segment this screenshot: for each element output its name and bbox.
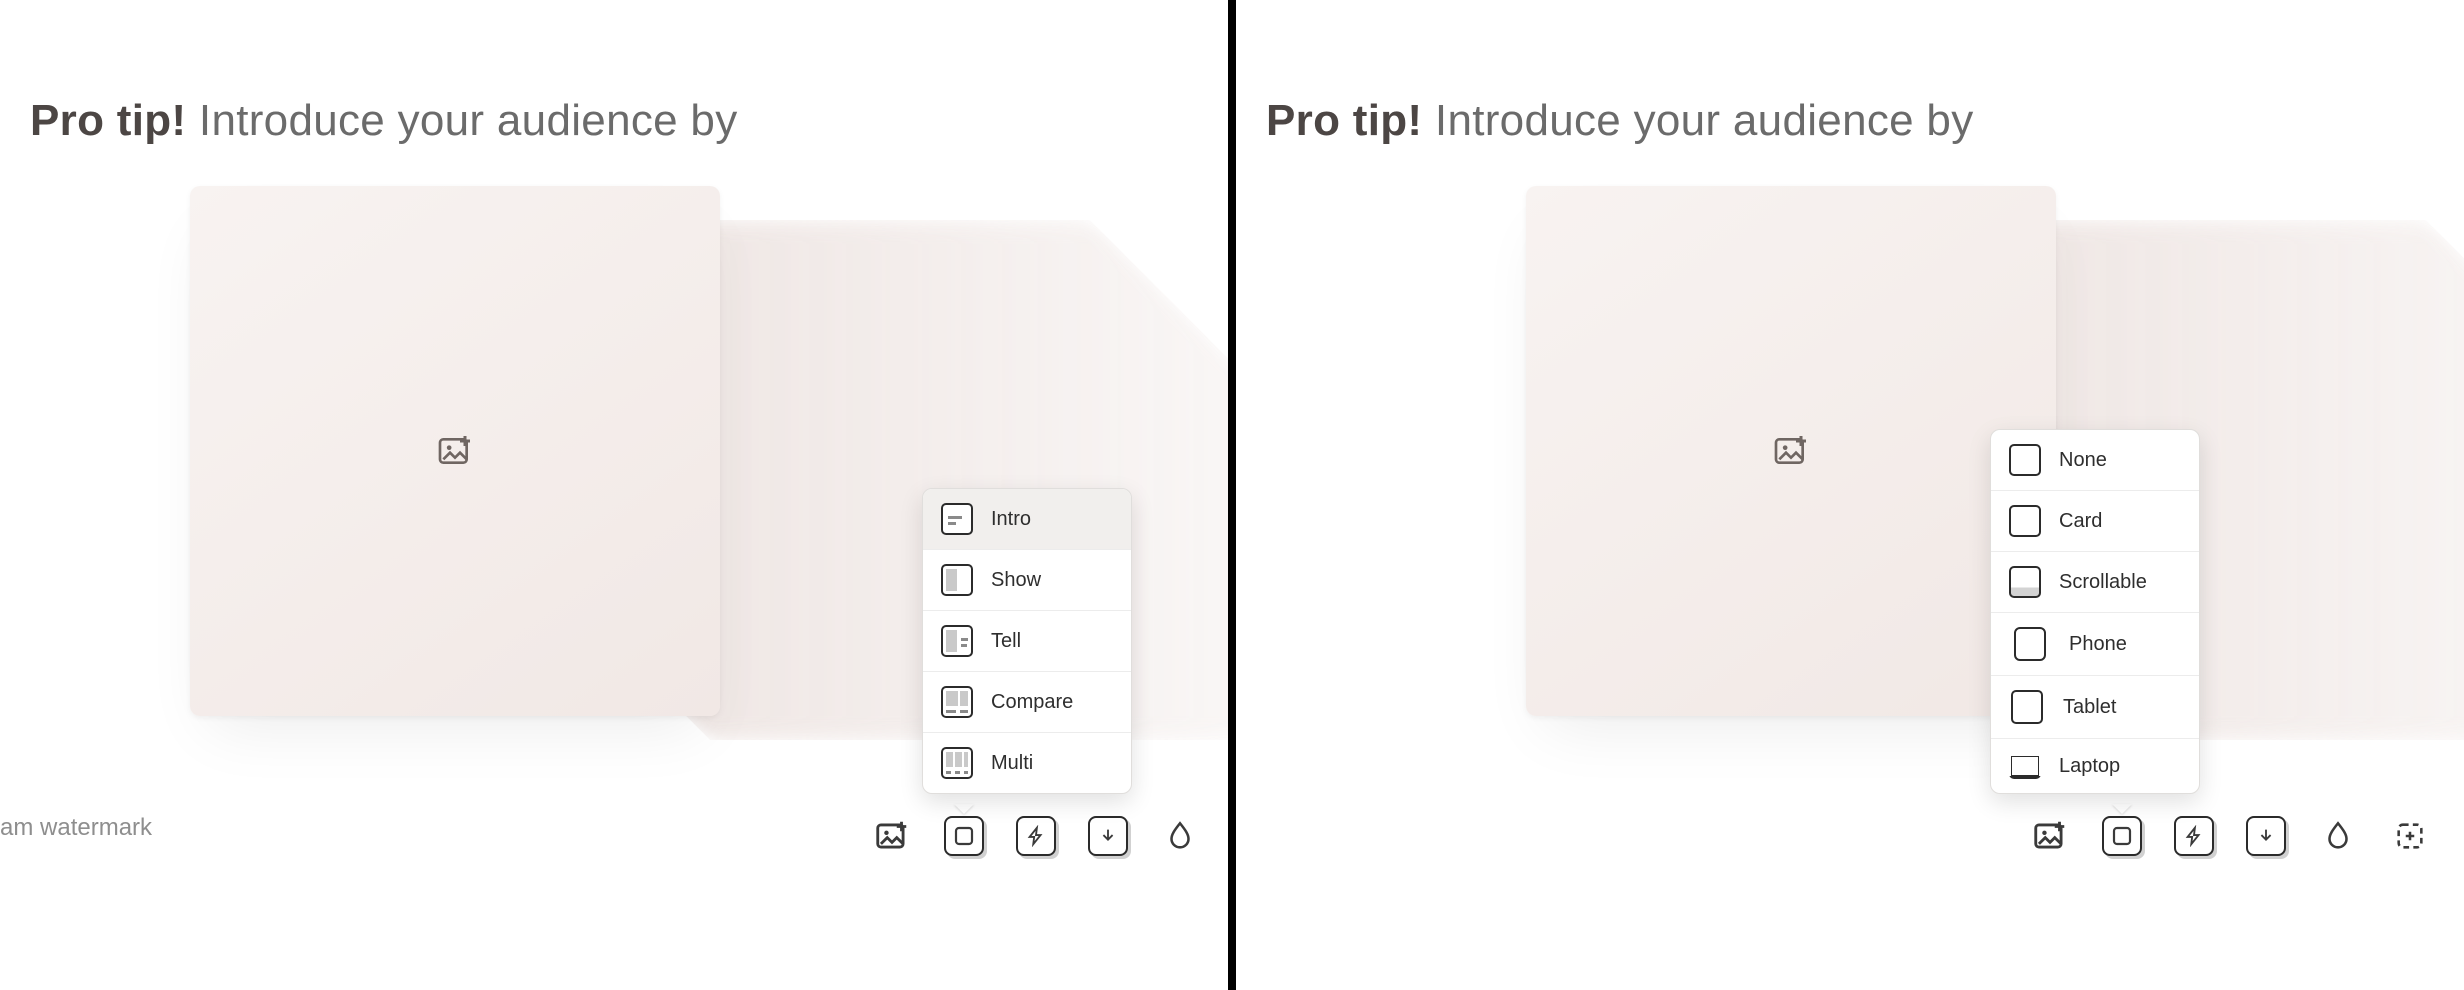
action-button[interactable] (2174, 816, 2214, 856)
layout-type-menu: Intro Show Tell Compare Multi (922, 488, 1132, 794)
frame-option-laptop[interactable]: Laptop (1991, 739, 2199, 793)
tell-layout-icon (941, 625, 973, 657)
laptop-frame-icon (2009, 753, 2041, 779)
image-placeholder-card[interactable] (190, 186, 720, 716)
tip-bold: Pro tip! (1266, 96, 1422, 145)
menu-item-label: Intro (991, 508, 1031, 531)
menu-item-label: Card (2059, 510, 2102, 533)
frame-style-menu: None Card Scrollable Phone Tablet Laptop (1990, 429, 2200, 794)
menu-item-label: Compare (991, 691, 1073, 714)
frame-style-button[interactable] (2102, 816, 2142, 856)
menu-item-label: Tablet (2063, 696, 2116, 719)
menu-item-label: None (2059, 449, 2107, 472)
popover-caret-icon (2112, 804, 2132, 814)
watermark-text: am watermark (0, 814, 152, 842)
frame-option-none[interactable]: None (1991, 430, 2199, 491)
show-layout-icon (941, 564, 973, 596)
image-placeholder-card[interactable] (1526, 186, 2056, 716)
frame-option-card[interactable]: Card (1991, 491, 2199, 552)
add-image-icon (1771, 431, 1811, 471)
popover-caret-icon (954, 804, 974, 814)
frame-option-scrollable[interactable]: Scrollable (1991, 552, 2199, 613)
frame-option-tablet[interactable]: Tablet (1991, 676, 2199, 739)
tip-rest: Introduce your audience by (186, 96, 737, 145)
import-button[interactable] (1088, 816, 1128, 856)
page-tip: Pro tip! Introduce your audience by (30, 96, 738, 146)
frame-option-phone[interactable]: Phone (1991, 613, 2199, 676)
frame-style-button[interactable] (944, 816, 984, 856)
page-tip: Pro tip! Introduce your audience by (1266, 96, 1974, 146)
water-drop-button[interactable] (2318, 816, 2358, 856)
layout-option-show[interactable]: Show (923, 550, 1131, 611)
tip-rest: Introduce your audience by (1422, 96, 1973, 145)
canvas-stage (40, 160, 960, 780)
menu-item-label: Tell (991, 630, 1021, 653)
panel-right: Pro tip! Introduce your audience by None… (1236, 0, 2464, 990)
tablet-frame-icon (2011, 690, 2043, 724)
panel-left: Pro tip! Introduce your audience by am w… (0, 0, 1228, 990)
canvas-toolbar (872, 816, 1200, 856)
card-frame-icon (2009, 505, 2041, 537)
layout-option-tell[interactable]: Tell (923, 611, 1131, 672)
layout-option-compare[interactable]: Compare (923, 672, 1131, 733)
menu-item-label: Show (991, 569, 1041, 592)
menu-item-label: Multi (991, 752, 1033, 775)
crop-button[interactable] (2390, 816, 2430, 856)
menu-item-label: Scrollable (2059, 571, 2147, 594)
layout-option-multi[interactable]: Multi (923, 733, 1131, 793)
action-button[interactable] (1016, 816, 1056, 856)
menu-item-label: Phone (2069, 633, 2127, 656)
layout-option-intro[interactable]: Intro (923, 489, 1131, 550)
tip-bold: Pro tip! (30, 96, 186, 145)
add-image-button[interactable] (872, 816, 912, 856)
import-button[interactable] (2246, 816, 2286, 856)
scrollable-frame-icon (2009, 566, 2041, 598)
compare-layout-icon (941, 686, 973, 718)
add-image-icon (435, 431, 475, 471)
menu-item-label: Laptop (2059, 755, 2120, 778)
add-image-button[interactable] (2030, 816, 2070, 856)
phone-frame-icon (2014, 627, 2046, 661)
multi-layout-icon (941, 747, 973, 779)
canvas-toolbar (2030, 816, 2430, 856)
water-drop-button[interactable] (1160, 816, 1200, 856)
panel-divider (1228, 0, 1236, 990)
none-frame-icon (2009, 444, 2041, 476)
intro-layout-icon (941, 503, 973, 535)
